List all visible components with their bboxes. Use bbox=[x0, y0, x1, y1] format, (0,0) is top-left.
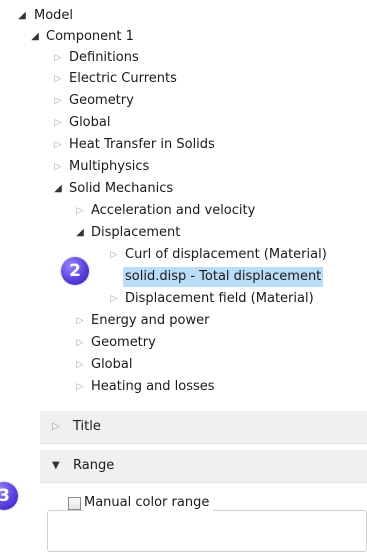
tree-item-label: Multiphysics bbox=[69, 159, 150, 174]
expanded-arrow-icon[interactable]: ◢ bbox=[74, 223, 86, 243]
manual-color-range-checkbox[interactable] bbox=[68, 497, 81, 510]
tree-item-label: Definitions bbox=[69, 50, 139, 65]
expanded-arrow-icon[interactable]: ◢ bbox=[16, 6, 28, 26]
tree-item-label: Electric Currents bbox=[69, 71, 177, 86]
tree-item-label: Geometry bbox=[91, 335, 156, 350]
collapsed-arrow-icon[interactable]: ▷ bbox=[52, 135, 64, 155]
tree-item-label: Energy and power bbox=[91, 313, 210, 328]
collapsed-arrow-icon[interactable]: ▷ bbox=[74, 311, 86, 331]
tree-item-label: Curl of displacement (Material) bbox=[125, 247, 327, 262]
collapsed-arrow-icon[interactable]: ▷ bbox=[108, 289, 120, 309]
tree-item-label: Heating and losses bbox=[91, 379, 215, 394]
tree-item-label: Displacement bbox=[91, 225, 181, 240]
tree-item-label: Heat Transfer in Solids bbox=[69, 137, 215, 152]
collapsed-arrow-icon[interactable]: ▷ bbox=[52, 69, 64, 89]
expanded-arrow-icon[interactable]: ◢ bbox=[52, 179, 64, 199]
section-range-header[interactable]: ▼ Range bbox=[40, 450, 367, 483]
manual-color-range-label[interactable]: Manual color range bbox=[84, 493, 214, 513]
tree-item-label: Model bbox=[34, 8, 74, 23]
collapsed-arrow-icon[interactable]: ▷ bbox=[74, 355, 86, 375]
collapsed-arrow-icon[interactable]: ▷ bbox=[74, 333, 86, 353]
expanded-arrow-icon[interactable]: ▼ bbox=[52, 450, 60, 482]
collapsed-arrow-icon[interactable]: ▷ bbox=[52, 411, 60, 443]
section-title-label: Title bbox=[73, 419, 101, 434]
section-range-label: Range bbox=[73, 458, 115, 473]
collapsed-arrow-icon[interactable]: ▷ bbox=[108, 245, 120, 265]
tree-item-label: solid.disp - Total displacement bbox=[123, 267, 324, 287]
collapsed-arrow-icon[interactable]: ▷ bbox=[74, 201, 86, 221]
collapsed-arrow-icon[interactable]: ▷ bbox=[52, 48, 64, 68]
collapsed-arrow-icon[interactable]: ▷ bbox=[74, 377, 86, 397]
tree-item-label: Displacement field (Material) bbox=[125, 291, 314, 306]
range-group-box bbox=[47, 510, 367, 552]
tree-item-label: Global bbox=[91, 357, 133, 372]
tree-item-label: Acceleration and velocity bbox=[91, 203, 256, 218]
step-2-badge: 2 bbox=[61, 257, 89, 285]
expanded-arrow-icon[interactable]: ◢ bbox=[29, 27, 41, 47]
collapsed-arrow-icon[interactable]: ▷ bbox=[52, 91, 64, 111]
tree-item-label: Solid Mechanics bbox=[69, 181, 174, 196]
step-3-badge: 3 bbox=[0, 482, 18, 510]
tree-item-label: Component 1 bbox=[46, 29, 134, 44]
tree-item-label: Geometry bbox=[69, 93, 134, 108]
collapsed-arrow-icon[interactable]: ▷ bbox=[52, 157, 64, 177]
tree-item-label: Global bbox=[69, 115, 111, 130]
section-title-header[interactable]: ▷ Title bbox=[40, 411, 367, 444]
collapsed-arrow-icon[interactable]: ▷ bbox=[52, 113, 64, 133]
